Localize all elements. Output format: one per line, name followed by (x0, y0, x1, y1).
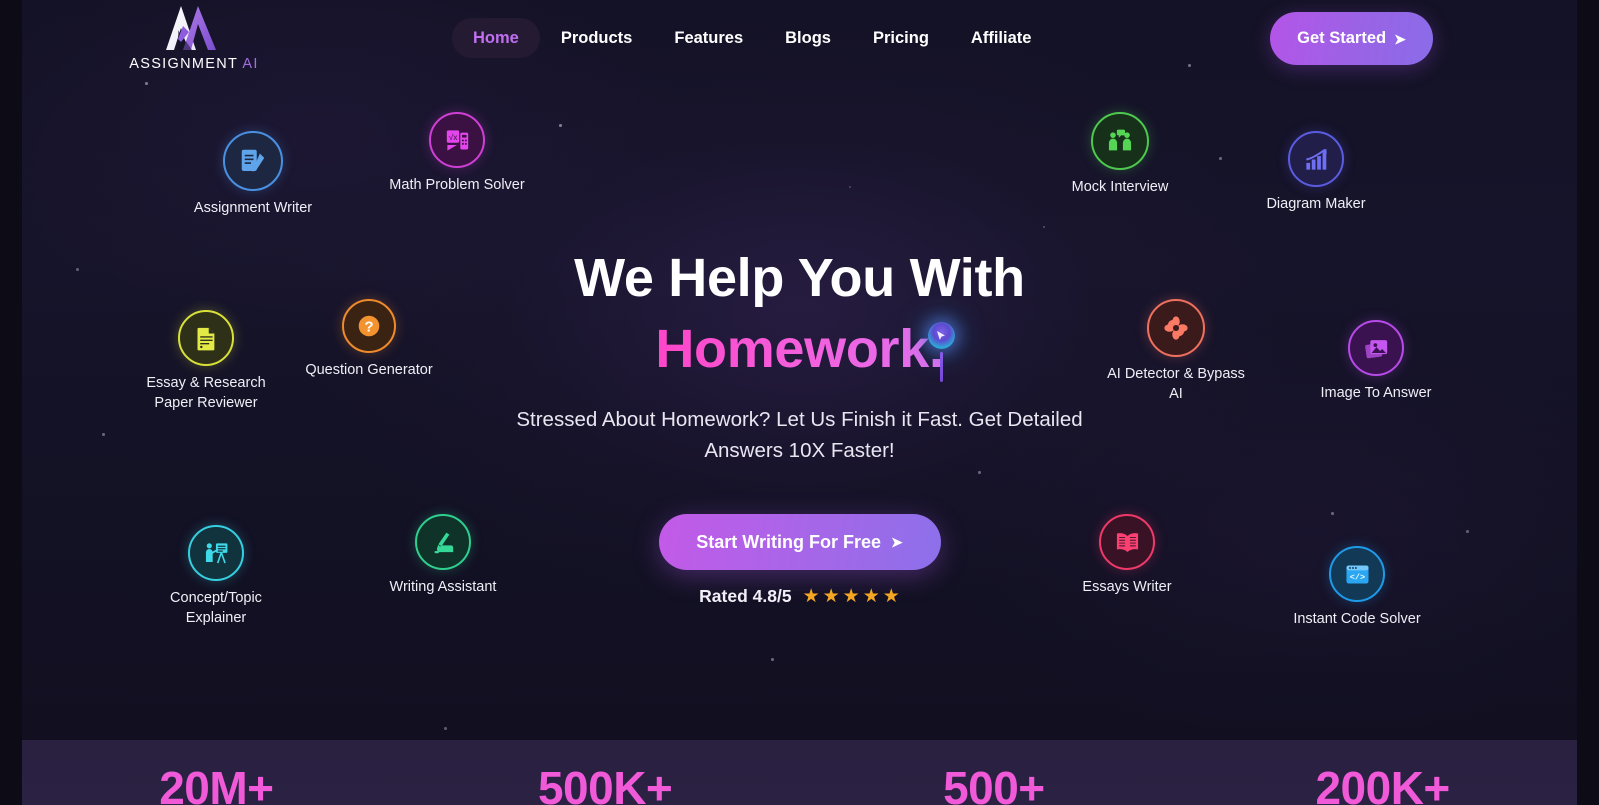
svg-text:?: ? (364, 319, 373, 336)
stats-band: 20M+ 500K+ 500+ 200K+ (22, 740, 1577, 805)
document-lines-icon (178, 310, 234, 366)
nav-item-home[interactable]: Home (452, 18, 540, 58)
stat-item: 500+ (800, 763, 1189, 805)
star-icon: ★ (822, 586, 840, 607)
star-icon: ★ (862, 586, 880, 607)
star-icon: ★ (842, 586, 860, 607)
rating-text: Rated 4.8/5 (699, 586, 792, 606)
star-icon: ★ (882, 586, 900, 607)
get-started-button[interactable]: Get Started ➤ (1270, 12, 1433, 65)
feature-assignment-writer[interactable]: Assignment Writer (178, 131, 328, 218)
feature-mock-interview[interactable]: Mock Interview (1045, 112, 1195, 197)
star-dot (849, 186, 851, 188)
start-writing-button[interactable]: Start Writing For Free ➤ (658, 514, 941, 570)
nav-item-pricing[interactable]: Pricing (852, 18, 950, 58)
top-navigation-bar: ASSIGNMENT AI Home Products Features Blogs P… (0, 0, 1599, 78)
rating-row: Rated 4.8/5 ★ ★ ★ ★ ★ (440, 586, 1160, 607)
feature-label: Concept/Topic Explainer (170, 590, 262, 626)
stat-item: 500K+ (411, 763, 800, 805)
bar-chart-growth-icon (1288, 131, 1344, 187)
star-dot (444, 727, 447, 730)
svg-text:√x: √x (448, 131, 458, 141)
feature-label: Image To Answer (1320, 385, 1432, 401)
star-dot (145, 82, 148, 85)
people-chat-icon (1091, 112, 1149, 170)
stat-item: 200K+ (1188, 763, 1577, 805)
nav-item-blogs[interactable]: Blogs (764, 18, 852, 58)
triangle-a-pen-logo-icon (160, 2, 228, 54)
svg-text:</>: </> (1349, 572, 1364, 582)
arrow-right-icon: ➤ (1394, 30, 1406, 47)
teacher-whiteboard-icon (188, 525, 244, 581)
brand-name-accent: AI (242, 56, 259, 72)
feature-label: Diagram Maker (1266, 196, 1366, 212)
landing-page: ASSIGNMENT AI Home Products Features Blogs P… (0, 0, 1599, 805)
feature-math-problem-solver[interactable]: √x Math Problem Solver (382, 112, 532, 195)
feature-label: Assignment Writer (193, 200, 313, 216)
stat-value: 500+ (943, 762, 1045, 805)
nav-item-products[interactable]: Products (540, 18, 654, 58)
question-mark-icon: ? (342, 299, 396, 353)
document-pen-icon (223, 131, 283, 191)
left-edge-bar (0, 0, 22, 740)
nav-item-features[interactable]: Features (653, 18, 764, 58)
star-dot (1331, 512, 1334, 515)
stat-item: 20M+ (22, 763, 411, 805)
hero-subtitle: Stressed About Homework? Let Us Finish i… (516, 408, 1083, 462)
star-dot (102, 433, 105, 436)
stat-value: 500K+ (537, 762, 673, 805)
feature-image-to-answer[interactable]: Image To Answer (1301, 320, 1451, 403)
star-dot (76, 268, 79, 271)
star-dot (559, 124, 562, 127)
right-edge-bar (1577, 0, 1599, 740)
feature-essay-research-paper-reviewer[interactable]: Essay & Research Paper Reviewer (131, 310, 281, 413)
start-writing-label: Start Writing For Free (696, 531, 881, 552)
feature-concept-topic-explainer[interactable]: Concept/Topic Explainer (141, 525, 291, 628)
image-stack-icon (1348, 320, 1404, 376)
nav-links: Home Products Features Blogs Pricing Affiliat… (452, 18, 1052, 58)
feature-label: Mock Interview (1071, 179, 1169, 195)
star-dot (771, 658, 774, 661)
cursor-stick-decoration (939, 352, 943, 382)
code-window-icon: </> (1329, 546, 1385, 602)
star-icon: ★ (802, 586, 820, 607)
get-started-label: Get Started (1297, 29, 1387, 47)
star-dot (1043, 226, 1045, 228)
stat-value: 200K+ (1315, 762, 1450, 805)
feature-diagram-maker[interactable]: Diagram Maker (1241, 131, 1391, 214)
feature-label: Instant Code Solver (1293, 611, 1421, 627)
ai-cursor-orb-icon (927, 322, 955, 349)
rating-stars: ★ ★ ★ ★ ★ (803, 587, 900, 606)
brand-logo[interactable]: ASSIGNMENT AI (124, 2, 264, 72)
stats-row: 20M+ 500K+ 500+ 200K+ (22, 763, 1577, 805)
hero-content: We Help You With Homework. Stressed Abou… (440, 248, 1160, 607)
headline-highlight: Homework. (655, 319, 944, 379)
feature-question-generator[interactable]: ? Question Generator (294, 299, 444, 380)
arrow-right-icon: ➤ (890, 534, 903, 550)
star-dot (1466, 530, 1469, 533)
feature-label: Math Problem Solver (389, 177, 525, 193)
nav-item-affiliate[interactable]: Affiliate (950, 18, 1053, 58)
feature-instant-code-solver[interactable]: </> Instant Code Solver (1282, 546, 1432, 629)
page-title: We Help You With (574, 248, 1025, 308)
headline-highlight-row: Homework. (440, 318, 1160, 382)
star-dot (1219, 157, 1222, 160)
brand-name: ASSIGNMENT AI (129, 56, 258, 72)
feature-label: Question Generator (305, 362, 433, 378)
brand-name-main: ASSIGNMENT (129, 56, 238, 72)
feature-label: Essay & Research Paper Reviewer (146, 375, 266, 411)
math-calculator-icon: √x (429, 112, 485, 168)
stat-value: 20M+ (159, 762, 274, 805)
